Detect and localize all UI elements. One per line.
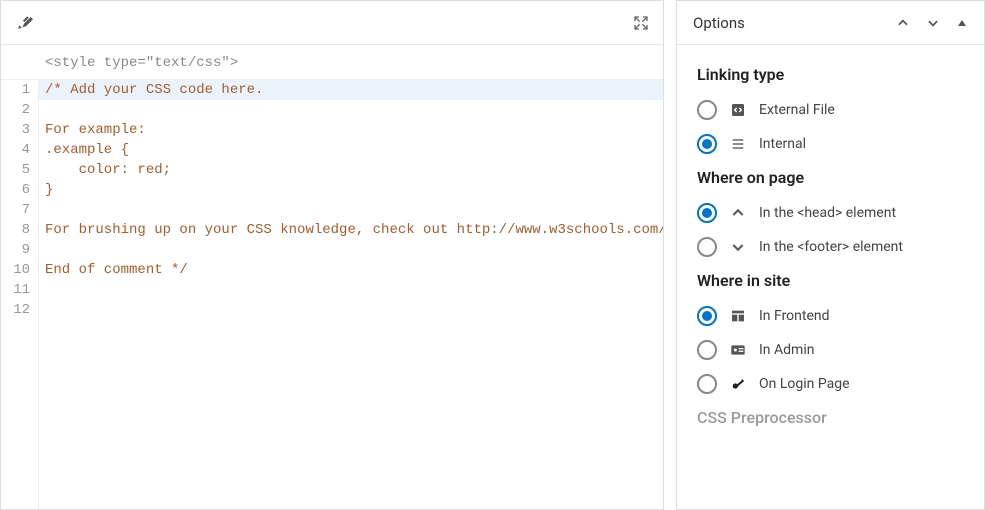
line-number-gutter: 123456789101112 [1,80,39,509]
option-label: Internal [759,136,806,152]
code-line[interactable]: /* Add your CSS code here. [39,80,663,100]
options-header: Options [677,1,984,45]
line-number: 6 [9,180,30,200]
line-number: 9 [9,240,30,260]
options-pane: Options Linking type External File Intern… [676,0,985,510]
radio-button[interactable] [697,374,717,394]
option-label: In Admin [759,342,814,358]
line-number: 1 [9,80,30,100]
code-line[interactable]: For example: [45,120,663,140]
line-number: 12 [9,300,30,320]
option-label: In the <footer> element [759,239,903,255]
chev-down-icon [729,238,747,256]
options-body: Linking type External File Internal Where… [677,45,984,451]
line-number: 8 [9,220,30,240]
code-line[interactable] [45,300,663,320]
options-header-controls [896,16,968,30]
layout-icon [729,307,747,325]
collapse-triangle-icon[interactable] [956,17,968,29]
where-on-page-option[interactable]: In the <footer> element [697,237,964,257]
line-number: 7 [9,200,30,220]
linking-type-option[interactable]: Internal [697,134,964,154]
option-label: In Frontend [759,308,830,324]
option-label: On Login Page [759,376,850,392]
editor-pane: <style type="text/css"> 123456789101112 … [0,0,664,510]
line-number: 2 [9,100,30,120]
fullscreen-icon[interactable] [633,15,649,31]
beautify-icon[interactable] [15,14,33,32]
code-line[interactable] [45,240,663,260]
code-line[interactable]: } [45,180,663,200]
where-in-site-heading: Where in site [697,271,964,290]
code-editor[interactable]: 123456789101112 /* Add your CSS code her… [1,80,663,509]
radio-button[interactable] [697,100,717,120]
code-line[interactable]: End of comment */ [45,260,663,280]
line-number: 10 [9,260,30,280]
code-lines[interactable]: /* Add your CSS code here. For example:.e… [39,80,663,509]
code-line[interactable]: color: red; [45,160,663,180]
code-line[interactable] [45,200,663,220]
line-number: 11 [9,280,30,300]
chevron-down-icon[interactable] [926,16,940,30]
chevron-up-icon[interactable] [896,16,910,30]
lines-icon [729,135,747,153]
key-icon [729,375,747,393]
css-preprocessor-heading: CSS Preprocessor [697,408,964,427]
line-number: 4 [9,140,30,160]
line-number: 3 [9,120,30,140]
linking-type-option[interactable]: External File [697,100,964,120]
linking-type-heading: Linking type [697,65,964,84]
radio-button[interactable] [697,203,717,223]
code-file-icon [729,101,747,119]
where-in-site-option[interactable]: On Login Page [697,374,964,394]
option-label: External File [759,102,835,118]
radio-button[interactable] [697,237,717,257]
id-card-icon [729,341,747,359]
where-in-site-option[interactable]: In Frontend [697,306,964,326]
style-open-tag: <style type="text/css"> [1,45,663,80]
radio-button[interactable] [697,134,717,154]
editor-toolbar [1,1,663,45]
where-on-page-heading: Where on page [697,168,964,187]
code-line[interactable]: For brushing up on your CSS knowledge, c… [45,220,663,240]
code-line[interactable]: .example { [45,140,663,160]
chev-up-icon [729,204,747,222]
option-label: In the <head> element [759,205,896,221]
code-line[interactable] [45,280,663,300]
where-in-site-option[interactable]: In Admin [697,340,964,360]
where-on-page-option[interactable]: In the <head> element [697,203,964,223]
code-line[interactable] [45,100,663,120]
options-title: Options [693,14,745,32]
radio-button[interactable] [697,306,717,326]
line-number: 5 [9,160,30,180]
radio-button[interactable] [697,340,717,360]
